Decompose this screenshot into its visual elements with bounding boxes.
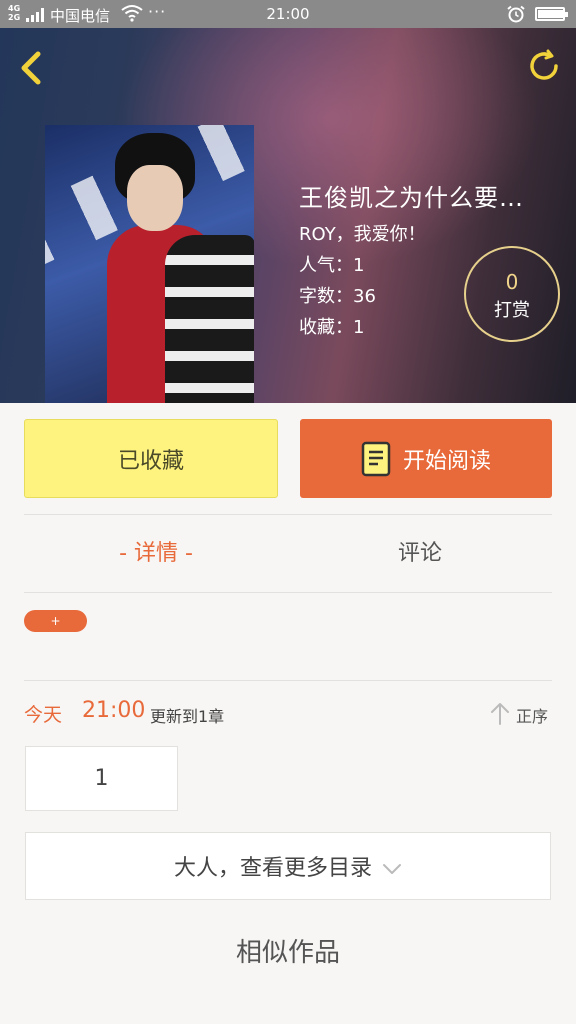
sort-order-toggle[interactable]: 正序: [516, 703, 548, 727]
update-info-row: 今天 21:00 更新到1章 正序: [24, 698, 552, 730]
update-day: 今天: [24, 704, 63, 726]
tab-details[interactable]: - 详情 -: [24, 530, 288, 578]
book-title: 王俊凯之为什么要…: [299, 184, 524, 212]
book-subtitle: ROY，我爱你！: [299, 224, 426, 245]
battery-icon: [535, 7, 568, 21]
tab-comments[interactable]: 评论: [288, 530, 552, 578]
book-header: 王俊凯之为什么要… ROY，我爱你！ 人气：1 字数：36 收藏：1 0 打赏: [0, 28, 576, 403]
update-description: 更新到1章: [150, 707, 225, 726]
chevron-down-icon: [383, 864, 401, 874]
divider: [24, 680, 552, 681]
add-tag-button[interactable]: +: [24, 610, 87, 632]
status-bar: 4G 2G 中国电信 ··· 21:00: [0, 0, 576, 28]
divider: [24, 514, 552, 515]
reward-button[interactable]: 0 打赏: [464, 246, 560, 342]
update-time: 21:00: [82, 698, 146, 723]
favorited-label: 已收藏: [117, 448, 184, 474]
back-arrow-icon[interactable]: [16, 48, 48, 88]
book-cover-image: [45, 125, 254, 403]
divider: [24, 592, 552, 593]
sort-arrow-icon[interactable]: [489, 701, 511, 725]
refresh-icon[interactable]: [526, 48, 562, 84]
chapter-item[interactable]: 1: [25, 746, 178, 811]
start-reading-button[interactable]: 开始阅读: [300, 419, 552, 498]
book-icon: [361, 441, 391, 476]
more-catalog-label: 大人，查看更多目录: [173, 856, 372, 881]
reward-label: 打赏: [494, 300, 530, 321]
reward-amount: 0: [505, 270, 519, 294]
status-time: 21:00: [266, 5, 310, 23]
start-reading-label: 开始阅读: [402, 448, 491, 474]
alarm-icon: [507, 5, 525, 23]
more-catalog-button[interactable]: 大人，查看更多目录: [25, 832, 551, 900]
favorited-button[interactable]: 已收藏: [24, 419, 278, 498]
similar-works-heading: 相似作品: [235, 938, 340, 968]
